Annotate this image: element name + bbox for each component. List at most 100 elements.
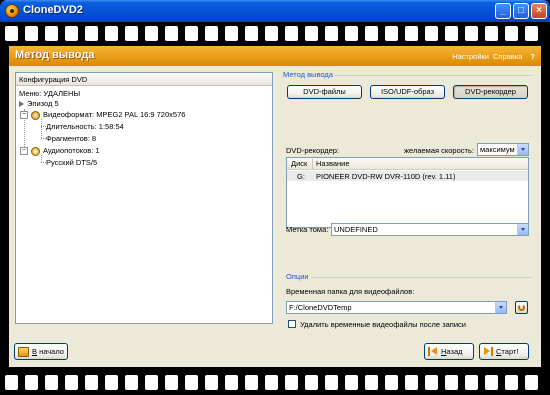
back-icon <box>428 347 438 356</box>
clonedvd-app-icon <box>5 4 19 18</box>
speed-select-value: максимум <box>480 145 515 154</box>
tree-audio-streams-item[interactable]: − Аудиопотоков: 1 <box>20 146 100 156</box>
delete-temp-checkbox[interactable] <box>288 320 296 328</box>
film-perforation <box>405 26 418 41</box>
group-divider <box>335 75 532 76</box>
collapse-icon[interactable]: − <box>20 111 28 120</box>
film-perforation <box>165 26 178 41</box>
recorder-list[interactable]: Диск Название G: PIONEER DVD-RW DVR-110D… <box>286 157 529 228</box>
film-perforation <box>225 26 238 41</box>
film-perforation <box>525 26 538 41</box>
temp-folder-value: F:/CloneDVDTemp <box>289 303 352 312</box>
page-title: Метод вывода <box>15 49 95 61</box>
back-button[interactable]: Назад <box>424 343 474 360</box>
film-perforation <box>165 375 178 390</box>
minimize-icon: _ <box>500 5 506 16</box>
film-perforation <box>185 375 198 390</box>
volume-label-label: Метка тома: <box>286 225 329 234</box>
tree-video-format-item[interactable]: − Видеоформат: MPEG2 PAL 16:9 720x576 <box>20 110 185 120</box>
film-perforation <box>25 375 38 390</box>
film-perforation <box>5 375 18 390</box>
film-perforation <box>105 375 118 390</box>
film-perforation <box>465 26 478 41</box>
close-button[interactable]: × <box>531 3 547 19</box>
help-link[interactable]: Справка <box>493 52 522 61</box>
film-perforation <box>65 375 78 390</box>
film-perforation <box>365 375 378 390</box>
start-button[interactable]: Старт! <box>479 343 529 360</box>
column-name-header[interactable]: Название <box>316 159 350 168</box>
film-perforation <box>425 375 438 390</box>
column-disk-header[interactable]: Диск <box>291 159 307 168</box>
recorder-name-cell: PIONEER DVD-RW DVR-110D (rev. 1.11) <box>316 172 456 181</box>
film-perforation <box>265 375 278 390</box>
film-perforation <box>245 26 258 41</box>
film-perforation <box>45 26 58 41</box>
film-perforation <box>485 375 498 390</box>
home-button[interactable]: В начало <box>14 343 68 360</box>
film-perforation <box>505 26 518 41</box>
film-perforation <box>305 26 318 41</box>
speed-select[interactable]: максимум <box>477 143 529 156</box>
home-button-label: В начало <box>32 347 64 356</box>
window-title: CloneDVD2 <box>23 4 83 16</box>
film-perforation <box>445 375 458 390</box>
film-perforation <box>445 26 458 41</box>
browse-folder-icon <box>518 304 525 311</box>
back-button-label: Назад <box>441 347 463 356</box>
browse-folder-button[interactable] <box>515 301 528 314</box>
speed-label: желаемая скорость: <box>404 146 474 155</box>
maximize-button[interactable]: □ <box>513 3 529 19</box>
film-strip-top <box>0 22 550 46</box>
film-perforation <box>25 26 38 41</box>
film-perforation <box>225 375 238 390</box>
temp-folder-select[interactable]: F:/CloneDVDTemp <box>286 301 507 314</box>
film-perforation <box>465 375 478 390</box>
help-question-button[interactable]: ? <box>530 52 535 61</box>
recorder-disk-cell: G: <box>297 172 305 181</box>
film-perforation <box>245 375 258 390</box>
start-icon <box>483 347 493 356</box>
iso-udf-image-button[interactable]: ISO/UDF-образ <box>370 85 445 99</box>
list-item[interactable]: G: PIONEER DVD-RW DVR-110D (rev. 1.11) <box>287 171 528 181</box>
output-method-group-label: Метод вывода <box>283 70 333 79</box>
volume-label-select[interactable]: UNDEFINED <box>331 223 529 236</box>
film-perforation <box>125 26 138 41</box>
film-perforation <box>265 26 278 41</box>
tree-episode-item[interactable]: Эпизод 5 <box>19 99 59 108</box>
triangle-icon <box>19 101 24 108</box>
film-perforation <box>145 375 158 390</box>
group-divider <box>311 277 532 278</box>
tree-header: Конфигурация DVD <box>16 73 272 86</box>
film-perforation <box>425 26 438 41</box>
film-perforation <box>145 26 158 41</box>
page-header: Метод вывода Настройки Справка ? <box>9 46 541 66</box>
minimize-button[interactable]: _ <box>495 3 511 19</box>
dvd-recorder-button[interactable]: DVD-рекордер <box>453 85 528 99</box>
maximize-icon: □ <box>517 5 525 16</box>
film-perforation <box>405 375 418 390</box>
film-strip-bottom <box>0 371 550 395</box>
film-perforation <box>65 26 78 41</box>
title-bar: CloneDVD2 _ □ × <box>0 0 550 22</box>
settings-link[interactable]: Настройки <box>452 52 489 61</box>
tree-duration-item[interactable]: Длительность: 1:58:54 <box>46 122 124 131</box>
recorder-list-header: Диск Название <box>287 158 528 170</box>
chevron-down-icon <box>517 144 528 155</box>
dvd-recorder-label: DVD-рекордер: <box>286 146 340 155</box>
tree-guide-line <box>41 155 42 162</box>
tree-menu-item[interactable]: Меню: УДАЛЕНЫ <box>19 89 80 98</box>
film-perforation <box>325 375 338 390</box>
tree-fragments-item[interactable]: Фрагментов: 8 <box>46 134 96 143</box>
film-perforation <box>285 375 298 390</box>
options-group-label: Опции <box>286 272 309 281</box>
start-button-label: Старт! <box>496 347 519 356</box>
film-perforation <box>105 26 118 41</box>
collapse-icon[interactable]: − <box>20 147 28 156</box>
volume-label-value: UNDEFINED <box>334 225 378 234</box>
film-perforation <box>485 26 498 41</box>
tree-audio-track-item[interactable]: Русский DTS/5 <box>46 158 97 167</box>
film-perforation <box>85 375 98 390</box>
dvd-configuration-tree[interactable]: Конфигурация DVD Меню: УДАЛЕНЫ Эпизод 5 … <box>15 72 273 324</box>
dvd-files-button[interactable]: DVD-файлы <box>287 85 362 99</box>
